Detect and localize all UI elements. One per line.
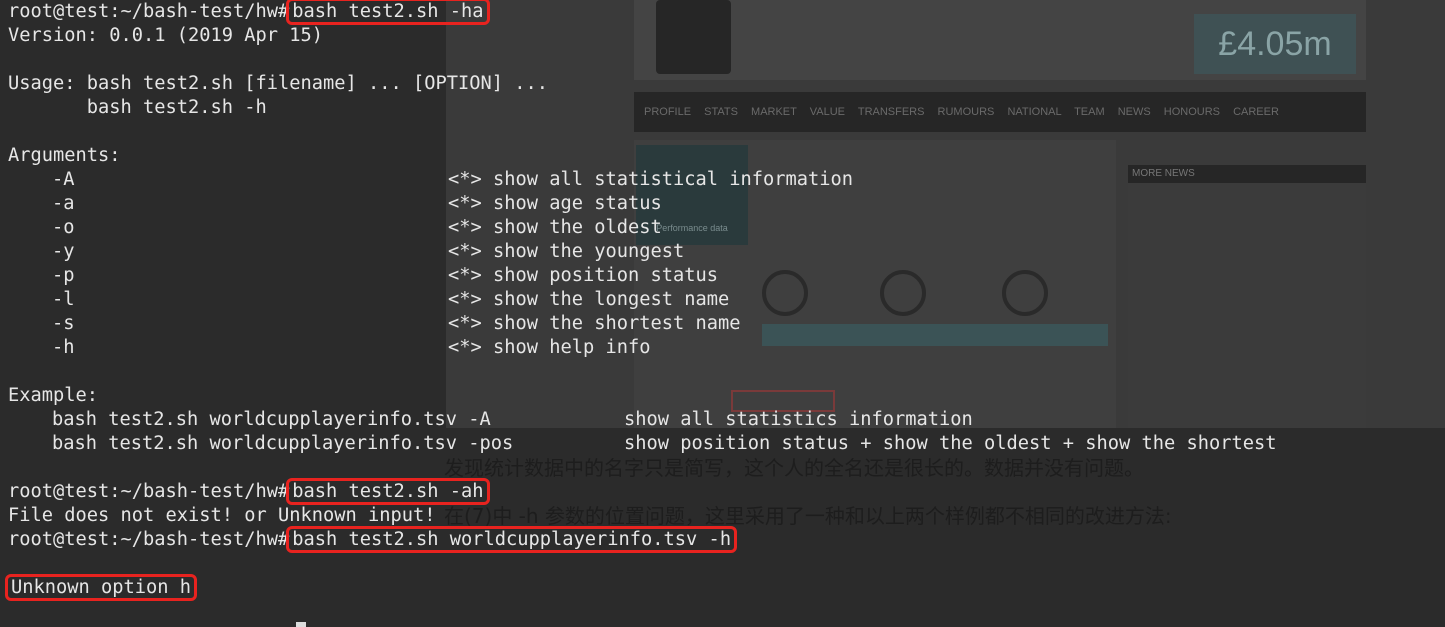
prompt-line: root@test:~/bash-test/hw# bash test2.sh -… <box>8 0 734 25</box>
bg-nav-item: CAREER <box>1233 106 1279 118</box>
prompt-line: root@test:~/bash-test/hw# bash test2.sh w… <box>8 526 738 553</box>
usage-line: Usage: bash test2.sh [filename] ... [OPT… <box>8 73 549 94</box>
bg-nav-bar: PROFILE STATS MARKET VALUE TRANSFERS RUM… <box>634 92 1366 132</box>
bg-nav-item: HONOURS <box>1163 106 1220 118</box>
argument-row: -y <*> show the youngest <box>8 240 734 264</box>
arguments-title: Arguments: <box>8 145 121 166</box>
example-cmd: bash test2.sh worldcupplayerinfo.tsv -A <box>52 409 491 430</box>
bg-nav-item: NEWS <box>1117 106 1151 118</box>
arg-desc: <*> show all statistical information <box>448 169 854 190</box>
arg-desc: <*> show the oldest <box>448 217 662 238</box>
bg-nav-item: TRANSFERS <box>857 106 925 118</box>
version-line: Version: 0.0.1 (2019 Apr 15) <box>8 25 324 46</box>
command-highlight: bash test2.sh -ah <box>286 478 490 505</box>
bg-detail-button <box>762 324 1108 346</box>
arg-flag: -p <box>52 265 75 286</box>
bg-nav-item: RUMOURS <box>937 106 995 118</box>
arg-desc: <*> show age status <box>448 193 662 214</box>
arg-flag: -a <box>52 193 75 214</box>
arg-flag: -l <box>52 289 75 310</box>
bg-nav-item: NATIONAL TEAM <box>1007 106 1105 118</box>
bg-stat-circle <box>880 270 926 316</box>
arg-flag: -A <box>52 169 75 190</box>
error-line: Unknown option h <box>4 574 734 601</box>
bg-stat-circle <box>1002 270 1048 316</box>
argument-row: -o <*> show the oldest <box>8 216 734 240</box>
arg-desc: <*> show help info <box>448 337 651 358</box>
argument-row: -A <*> show all statistical information <box>8 168 853 192</box>
prompt: root@test:~/bash-test/hw# <box>8 529 290 550</box>
prompt-line: root@test:~/bash-test/hw# bash test2.sh -… <box>8 478 734 505</box>
terminal-output[interactable]: root@test:~/bash-test/hw# bash test2.sh -… <box>4 0 1277 601</box>
usage-line: bash test2.sh -h <box>8 97 267 118</box>
argument-row: -p <*> show position status <box>8 264 734 288</box>
arg-desc: <*> show position status <box>448 265 719 286</box>
arg-desc: <*> show the longest name <box>448 289 730 310</box>
prompt: root@test:~/bash-test/hw# <box>8 481 290 502</box>
error-line: File does not exist! or Unknown input! <box>8 505 436 526</box>
argument-row: -s <*> show the shortest name <box>8 312 741 336</box>
example-row: bash test2.sh worldcupplayerinfo.tsv -po… <box>8 432 1277 456</box>
command-highlight: bash test2.sh -ha <box>286 0 490 25</box>
example-cmd: bash test2.sh worldcupplayerinfo.tsv -po… <box>52 433 514 454</box>
terminal-cursor <box>296 622 306 627</box>
argument-row: -h <*> show help info <box>8 336 734 360</box>
argument-row: -l <*> show the longest name <box>8 288 734 312</box>
bg-nav-item: MARKET VALUE <box>751 106 845 118</box>
arg-flag: -h <box>52 337 75 358</box>
example-title: Example: <box>8 385 99 406</box>
prompt: root@test:~/bash-test/hw# <box>8 1 290 22</box>
arg-flag: -s <box>52 313 75 334</box>
example-desc: show position status + show the oldest +… <box>624 433 1277 454</box>
arg-flag: -o <box>52 217 75 238</box>
argument-row: -a <*> show age status <box>8 192 734 216</box>
bg-stat-circle <box>762 270 808 316</box>
error-highlight: Unknown option h <box>4 574 198 601</box>
command-highlight: bash test2.sh worldcupplayerinfo.tsv -h <box>286 526 738 553</box>
example-desc: show all statistics information <box>624 409 973 430</box>
bg-sidebar <box>1128 165 1366 428</box>
example-row: bash test2.sh worldcupplayerinfo.tsv -A s… <box>8 408 973 432</box>
arg-desc: <*> show the youngest <box>448 241 685 262</box>
arg-desc: <*> show the shortest name <box>448 313 741 334</box>
bg-sidebar-header: MORE NEWS <box>1128 165 1366 183</box>
bg-market-value: £4.05m <box>1194 14 1356 74</box>
arg-flag: -y <box>52 241 75 262</box>
